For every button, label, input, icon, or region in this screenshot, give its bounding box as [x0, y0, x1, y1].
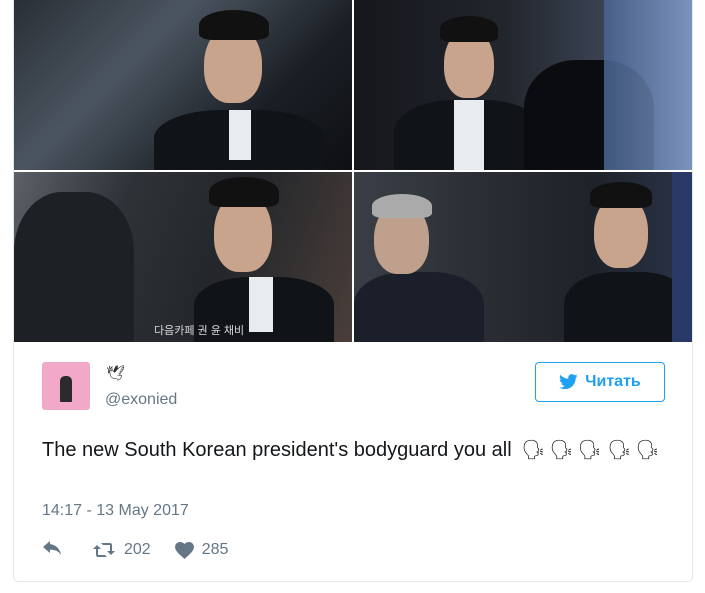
tweet-timestamp[interactable]: 14:17 - 13 May 2017: [42, 502, 189, 520]
speaking-head-emoji: 🗣: [549, 440, 574, 461]
tweet-photo-2[interactable]: [354, 0, 692, 170]
reply-icon[interactable]: [42, 541, 64, 559]
photo-grid: 다음카페 권 윤 채비: [14, 0, 692, 342]
user-handle[interactable]: @exonied: [105, 391, 177, 409]
tweet-text-body: The new South Korean president's bodygua…: [42, 439, 512, 461]
tweet-photo-3[interactable]: 다음카페 권 윤 채비: [14, 172, 352, 342]
avatar[interactable]: [42, 362, 90, 410]
tweet-text: The new South Korean president's bodygua…: [42, 436, 662, 465]
tweet-actions: 202 285: [42, 539, 228, 561]
speaking-head-emoji: 🗣: [635, 440, 660, 461]
speaking-head-emoji: 🗣: [521, 440, 546, 461]
twitter-bird-icon: [559, 374, 578, 390]
follow-button[interactable]: Читать: [535, 362, 665, 402]
retweet-count: 202: [124, 541, 151, 558]
avatar-figure-icon: [60, 376, 72, 402]
retweet-button[interactable]: 202: [92, 541, 151, 559]
speaking-head-emoji: 🗣: [607, 440, 632, 461]
tweet-card: 다음카페 권 윤 채비 🕊 @exonied Читать The new So…: [13, 0, 693, 582]
speaking-head-emoji: 🗣: [577, 440, 602, 461]
like-count: 285: [201, 541, 229, 558]
retweet-icon: [93, 543, 115, 557]
display-name-icon[interactable]: 🕊: [106, 364, 125, 382]
tweet-photo-1[interactable]: [14, 0, 352, 170]
tweet-photo-4[interactable]: [354, 172, 692, 342]
like-button[interactable]: 285: [174, 541, 229, 559]
heart-icon: [174, 541, 194, 559]
photo-watermark: 다음카페 권 윤 채비: [154, 325, 245, 337]
follow-button-label: Читать: [585, 373, 641, 390]
